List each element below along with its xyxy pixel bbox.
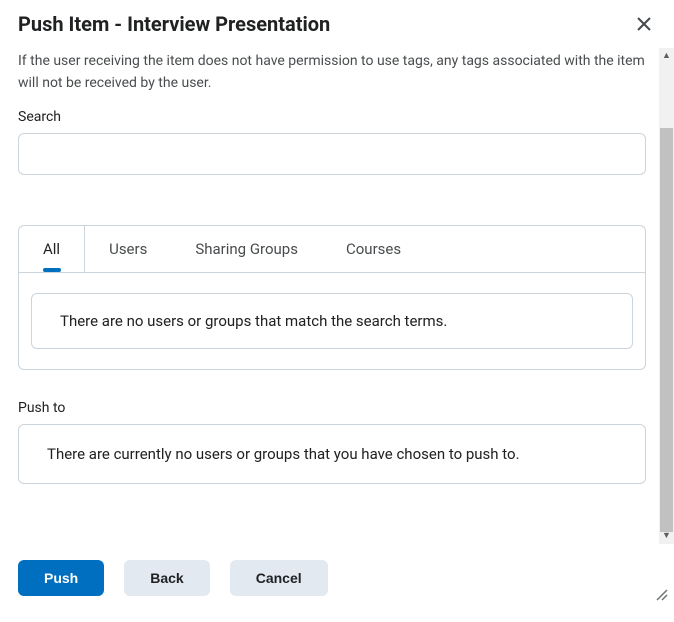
- push-to-empty: There are currently no users or groups t…: [18, 424, 646, 484]
- modal-footer: Push Back Cancel: [0, 542, 674, 614]
- tab-sharing-groups[interactable]: Sharing Groups: [171, 226, 322, 272]
- tab-courses[interactable]: Courses: [322, 226, 425, 272]
- search-label: Search: [18, 109, 646, 125]
- modal-header: Push Item - Interview Presentation: [0, 0, 674, 42]
- search-input[interactable]: [18, 133, 646, 175]
- modal-title: Push Item - Interview Presentation: [18, 12, 330, 36]
- tab-all[interactable]: All: [19, 226, 85, 272]
- results-tabs-container: All Users Sharing Groups Courses There a…: [18, 225, 646, 370]
- push-button[interactable]: Push: [18, 560, 104, 596]
- modal-body: If the user receiving the item does not …: [0, 42, 674, 542]
- tab-users[interactable]: Users: [85, 226, 171, 272]
- resize-handle-icon[interactable]: [654, 586, 668, 600]
- close-icon[interactable]: [632, 12, 656, 36]
- search-results-empty: There are no users or groups that match …: [31, 293, 633, 349]
- push-to-label: Push to: [18, 400, 646, 416]
- tabs-header: All Users Sharing Groups Courses: [19, 226, 645, 273]
- back-button[interactable]: Back: [124, 560, 209, 596]
- cancel-button[interactable]: Cancel: [230, 560, 328, 596]
- permission-info-text: If the user receiving the item does not …: [18, 50, 646, 95]
- push-to-section: Push to There are currently no users or …: [18, 400, 646, 484]
- tabs-body: There are no users or groups that match …: [19, 273, 645, 369]
